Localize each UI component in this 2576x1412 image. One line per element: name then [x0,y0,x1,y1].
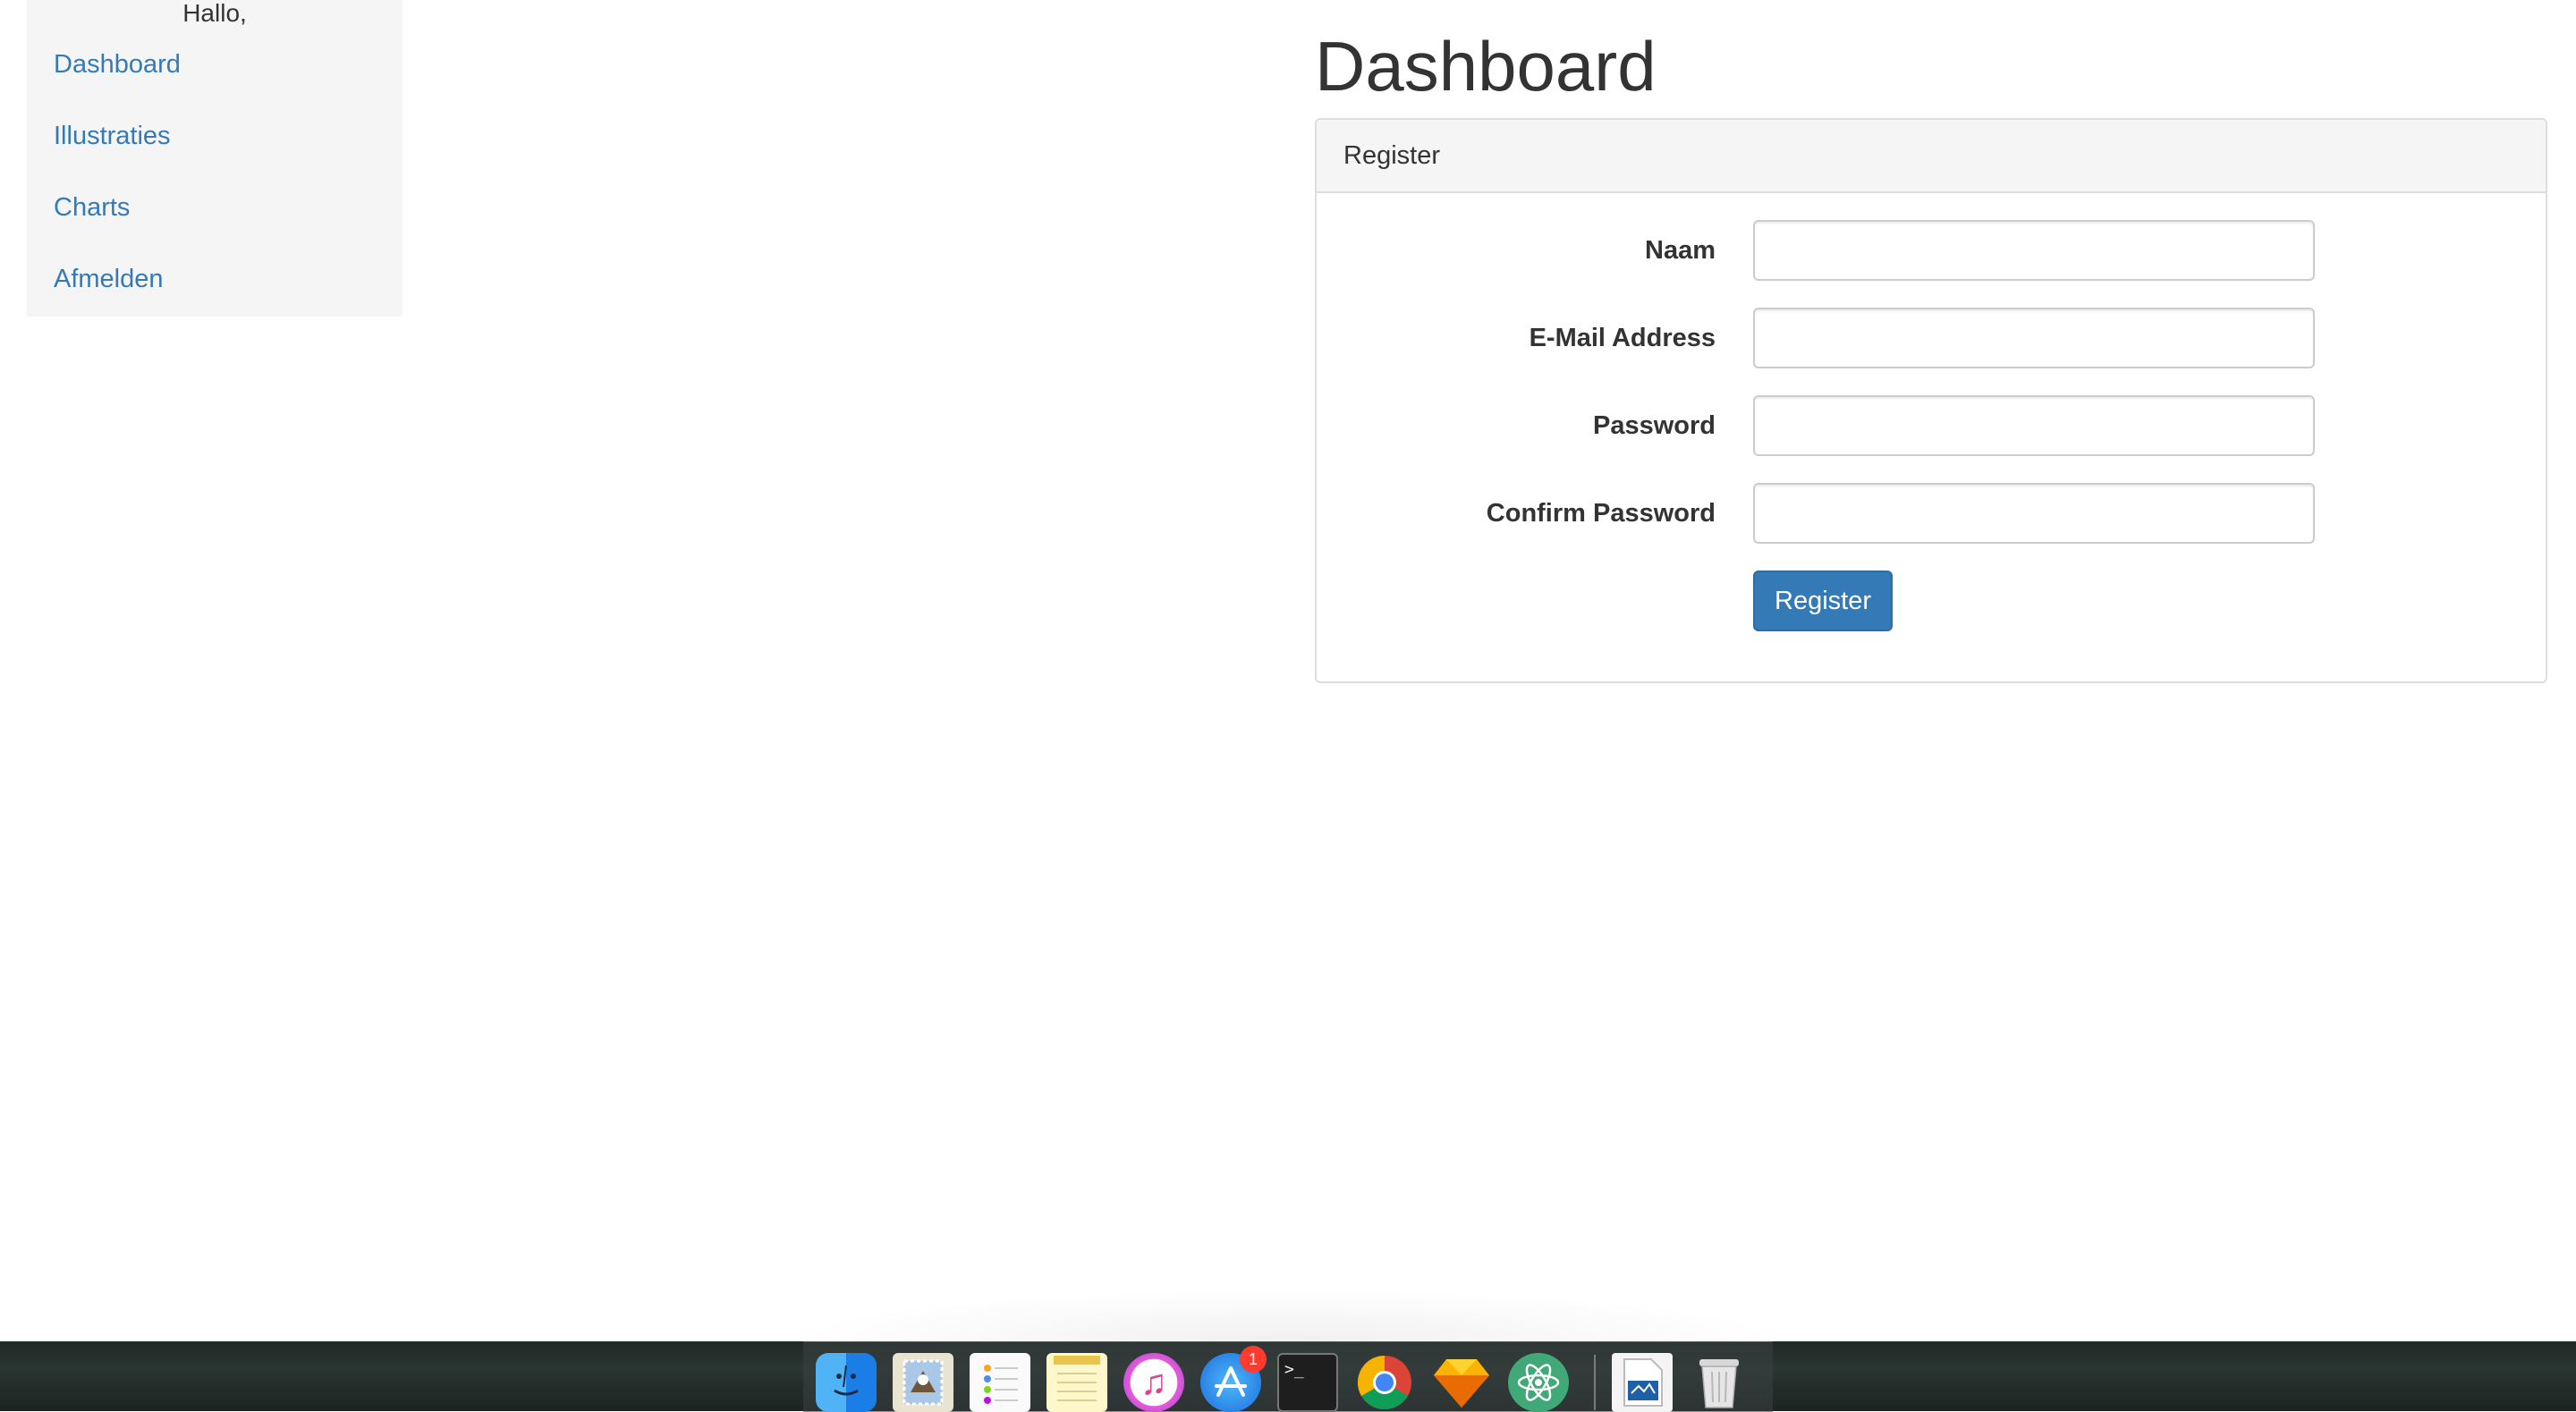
panel-heading: Register [1317,120,2546,193]
sketch-icon[interactable] [1431,1353,1492,1412]
dock: ♫ 1 >_ [803,1341,1773,1412]
confirm-password-label: Confirm Password [1486,499,1716,528]
confirm-password-input[interactable] [1753,483,2315,544]
register-panel: Register Naam E-Mail Address Password Co… [1315,118,2547,683]
sidebar-item-charts[interactable]: Charts [54,190,130,225]
sidebar-item-afmelden[interactable]: Afmelden [54,261,164,297]
form-row-email: E-Mail Address [1317,308,2546,368]
dock-shadow [787,1288,1789,1341]
name-input[interactable] [1753,220,2315,281]
notes-icon[interactable] [1046,1353,1107,1412]
sidebar: Hallo, Dashboard Illustraties Charts Afm… [27,0,402,317]
reminders-icon[interactable] [970,1353,1030,1412]
app-store-badge: 1 [1240,1346,1267,1373]
atom-icon[interactable] [1508,1353,1569,1412]
page-title: Dashboard [1315,27,1657,106]
greeting-text: Hallo, [182,0,247,27]
password-label: Password [1593,411,1716,440]
form-row-password: Password [1317,395,2546,456]
document-icon[interactable] [1612,1353,1673,1412]
register-button[interactable]: Register [1753,571,1893,631]
terminal-icon[interactable]: >_ [1277,1353,1338,1412]
form-row-confirm-password: Confirm Password [1317,483,2546,544]
finder-icon[interactable] [816,1353,877,1412]
sidebar-item-dashboard[interactable]: Dashboard [54,47,181,82]
password-input[interactable] [1753,395,2315,456]
email-input[interactable] [1753,308,2315,368]
name-label: Naam [1645,236,1716,265]
form-row-name: Naam [1317,220,2546,281]
itunes-icon[interactable]: ♫ [1123,1353,1184,1412]
sidebar-item-illustraties[interactable]: Illustraties [54,118,171,154]
chrome-icon[interactable] [1354,1353,1415,1412]
dock-separator [1594,1355,1596,1410]
mail-icon[interactable] [893,1353,953,1412]
trash-icon[interactable] [1689,1353,1750,1412]
email-label: E-Mail Address [1529,324,1716,352]
